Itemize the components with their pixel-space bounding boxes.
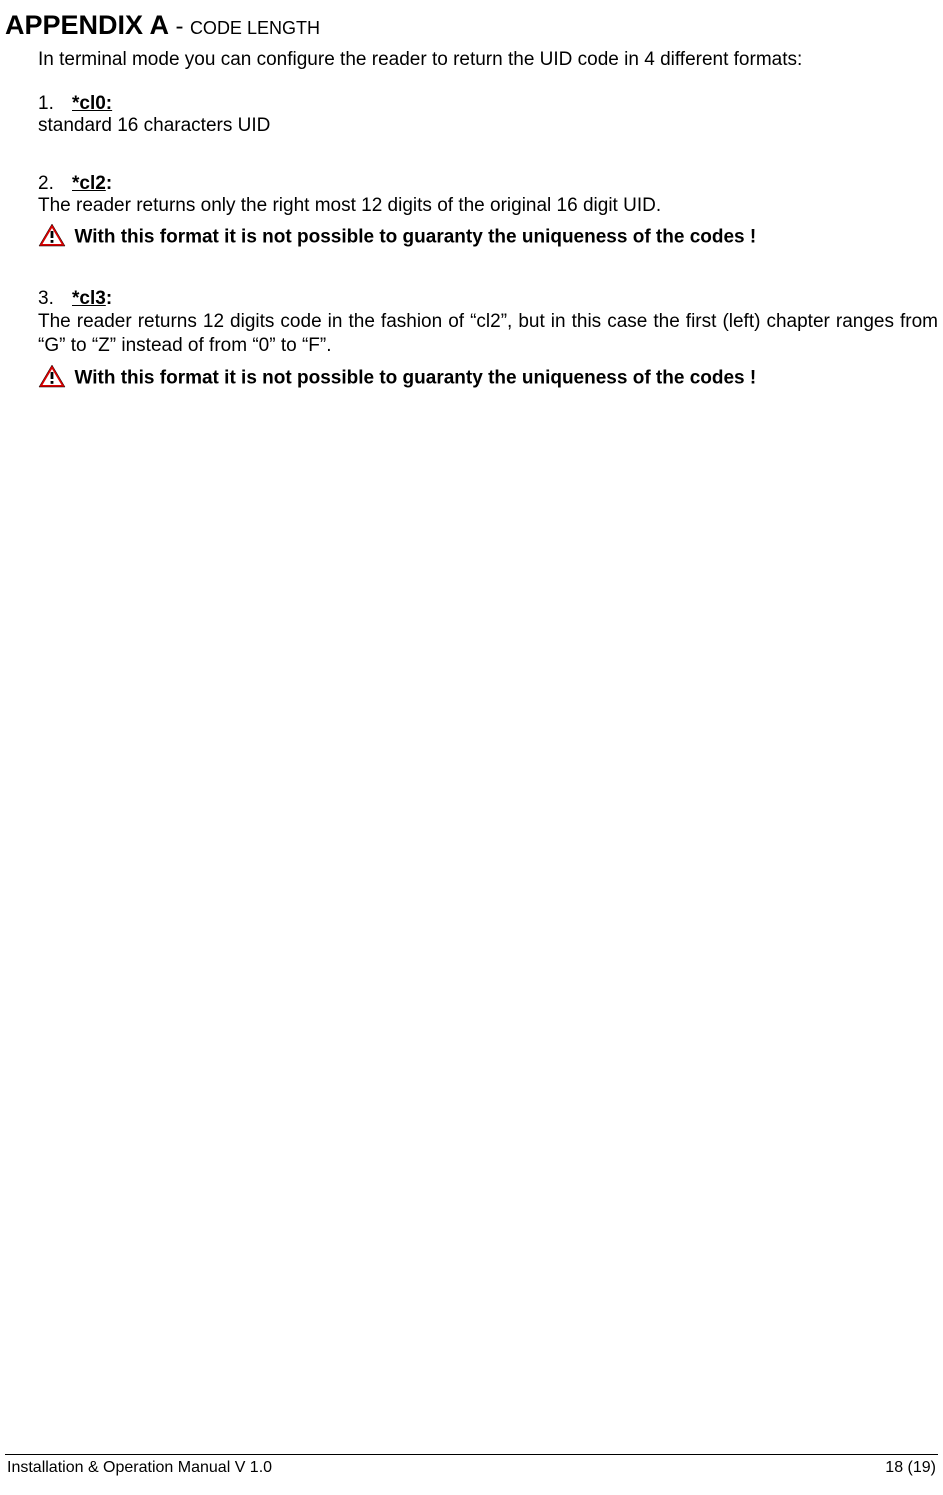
list-item-2: 2.*cl2: The reader returns only the righ… (38, 173, 938, 252)
item-colon: : (106, 288, 112, 309)
item-command: *cl0: (72, 93, 112, 114)
warning-row: With this format it is not possible to g… (38, 223, 938, 252)
page-footer: Installation & Operation Manual V 1.0 18… (5, 1454, 938, 1477)
warning-text: With this format it is not possible to g… (74, 227, 756, 248)
item-header: 2.*cl2: (38, 173, 938, 195)
warning-row: With this format it is not possible to g… (38, 364, 938, 393)
content-body: In terminal mode you can configure the r… (5, 49, 938, 393)
item-command: *cl3 (72, 288, 106, 309)
item-command: *cl2 (72, 173, 106, 194)
list-item-3: 3.*cl3: The reader returns 12 digits cod… (38, 288, 938, 393)
item-header: 3.*cl3: (38, 288, 938, 310)
item-body: The reader returns 12 digits code in the… (38, 310, 938, 358)
heading-main: APPENDIX A (5, 10, 169, 40)
footer-right: 18 (19) (885, 1459, 936, 1477)
item-number: 2. (38, 173, 72, 195)
appendix-heading: APPENDIX A - CODE LENGTH (5, 10, 938, 41)
warning-text: With this format it is not possible to g… (74, 367, 756, 388)
item-number: 3. (38, 288, 72, 310)
warning-triangle-icon (38, 223, 66, 252)
item-number: 1. (38, 93, 72, 115)
intro-text: In terminal mode you can configure the r… (38, 49, 938, 71)
list-item-1: 1.*cl0: standard 16 characters UID (38, 93, 938, 137)
footer-left: Installation & Operation Manual V 1.0 (7, 1459, 272, 1477)
item-colon: : (106, 173, 112, 194)
heading-sub: CODE LENGTH (190, 18, 320, 38)
item-body: standard 16 characters UID (38, 115, 938, 137)
heading-dash: - (175, 13, 183, 40)
warning-triangle-icon (38, 364, 66, 393)
page-content: APPENDIX A - CODE LENGTH In terminal mod… (0, 10, 943, 393)
item-header: 1.*cl0: (38, 93, 938, 115)
footer-divider (5, 1454, 938, 1455)
item-body: The reader returns only the right most 1… (38, 195, 938, 217)
footer-row: Installation & Operation Manual V 1.0 18… (5, 1459, 938, 1477)
